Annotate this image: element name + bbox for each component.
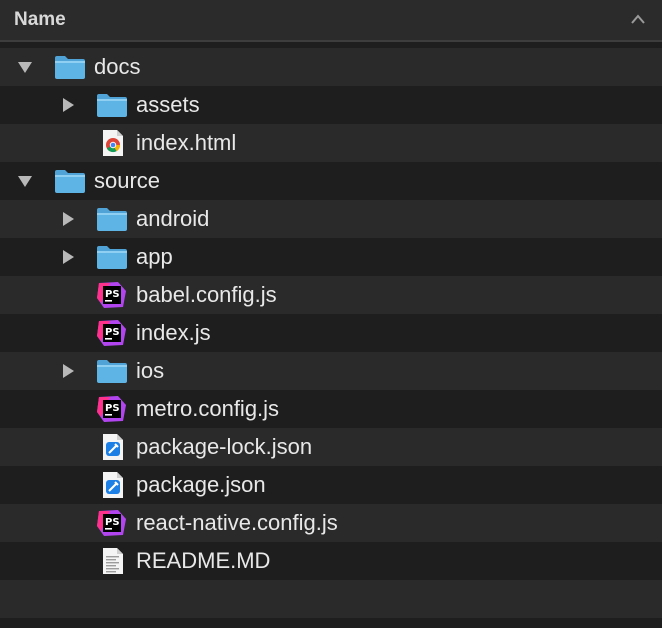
file-row[interactable]: index.html	[0, 124, 662, 162]
item-name: ios	[136, 358, 165, 383]
disclosure-expanded-icon[interactable]	[17, 173, 33, 189]
folder-row[interactable]: app	[0, 238, 662, 276]
phpstorm-file-icon: PS	[97, 320, 126, 346]
text-document-icon	[103, 548, 123, 574]
item-name: README.MD	[136, 548, 271, 573]
item-name: android	[136, 206, 210, 231]
file-row[interactable]: PS metro.config.js	[0, 390, 662, 428]
disclosure-collapsed-icon[interactable]	[60, 249, 76, 265]
finder-list-view: Name docs assets index.html source android ap…	[0, 0, 662, 628]
svg-text:PS: PS	[105, 289, 120, 300]
disclosure-expanded-icon[interactable]	[17, 59, 33, 75]
item-name: package.json	[136, 472, 266, 497]
file-row[interactable]: package.json	[0, 466, 662, 504]
phpstorm-file-icon: PS	[97, 282, 126, 308]
name-column-title[interactable]: Name	[14, 9, 66, 31]
file-list: docs assets index.html source android app PS ba…	[0, 48, 662, 618]
phpstorm-file-icon: PS	[97, 510, 126, 536]
item-name: source	[94, 168, 161, 193]
disclosure-collapsed-icon[interactable]	[60, 211, 76, 227]
item-name: react-native.config.js	[136, 510, 338, 535]
item-name: babel.config.js	[136, 282, 277, 307]
svg-text:PS: PS	[105, 517, 120, 528]
folder-icon	[97, 246, 127, 269]
disclosure-collapsed-icon[interactable]	[60, 97, 76, 113]
folder-row[interactable]: android	[0, 200, 662, 238]
sort-ascending-icon[interactable]	[630, 13, 646, 25]
file-row[interactable]: README.MD	[0, 542, 662, 580]
chrome-html-file-icon	[103, 130, 123, 156]
item-name: index.js	[136, 320, 211, 345]
file-row[interactable]: package-lock.json	[0, 428, 662, 466]
file-row[interactable]: PS index.js	[0, 314, 662, 352]
column-header[interactable]: Name	[0, 0, 662, 42]
item-name: metro.config.js	[136, 396, 280, 421]
folder-row[interactable]: ios	[0, 352, 662, 390]
xcode-json-file-icon	[103, 434, 123, 460]
folder-row[interactable]: source	[0, 162, 662, 200]
folder-icon	[55, 56, 85, 79]
folder-icon	[97, 94, 127, 117]
svg-text:PS: PS	[105, 327, 120, 338]
xcode-json-file-icon	[103, 472, 123, 498]
item-name: index.html	[136, 130, 237, 155]
folder-row[interactable]: docs	[0, 48, 662, 86]
item-name: app	[136, 244, 173, 269]
item-name: docs	[94, 54, 141, 79]
disclosure-collapsed-icon[interactable]	[60, 363, 76, 379]
svg-text:PS: PS	[105, 403, 120, 414]
file-row[interactable]: PS react-native.config.js	[0, 504, 662, 542]
phpstorm-file-icon: PS	[97, 396, 126, 422]
folder-icon	[97, 208, 127, 231]
file-row[interactable]: PS babel.config.js	[0, 276, 662, 314]
folder-icon	[97, 360, 127, 383]
folder-row[interactable]: assets	[0, 86, 662, 124]
item-name: assets	[136, 92, 200, 117]
empty-row	[0, 580, 662, 618]
item-name: package-lock.json	[136, 434, 313, 459]
folder-icon	[55, 170, 85, 193]
